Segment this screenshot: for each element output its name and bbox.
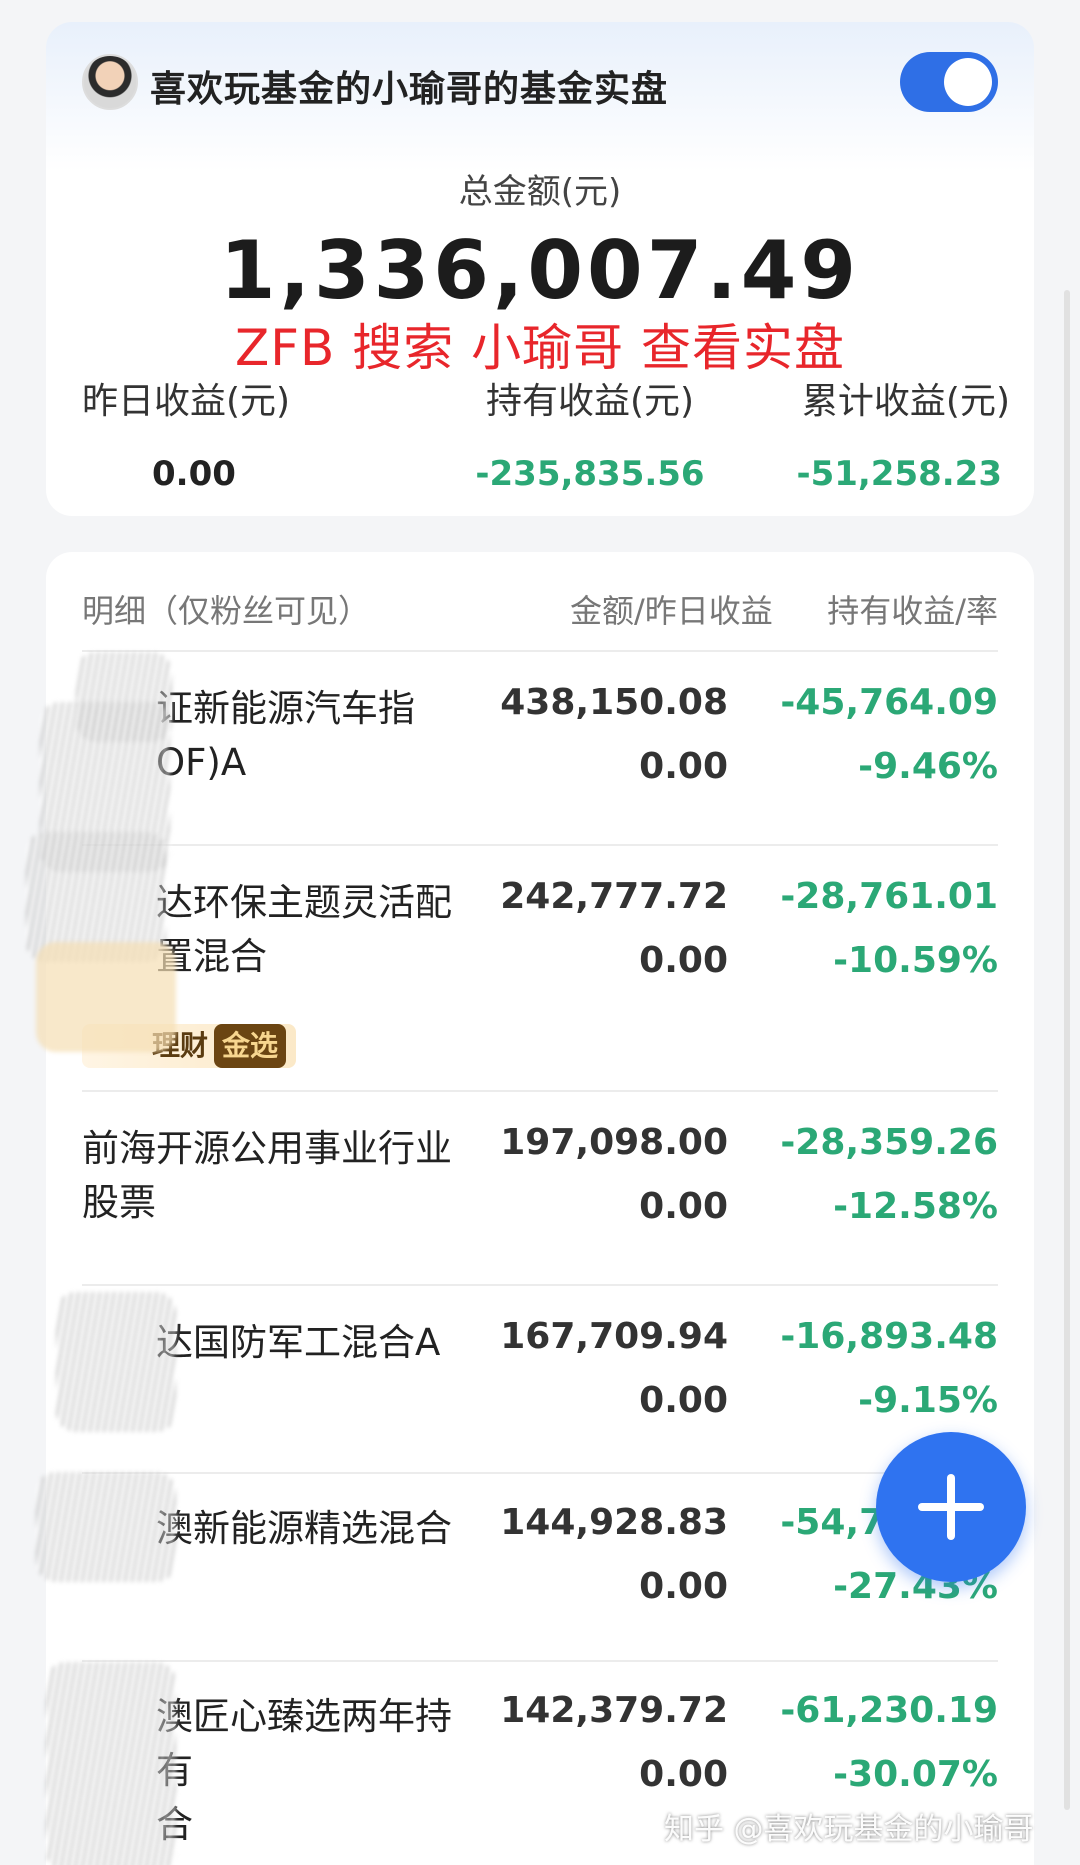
fund-rate: -30.07% — [833, 1754, 998, 1795]
divider — [82, 1090, 998, 1092]
owner-title: 喜欢玩基金的小瑜哥的基金实盘 — [150, 69, 669, 110]
redaction-smudge — [56, 1292, 176, 1432]
fund-yesterday: 0.00 — [639, 1754, 728, 1795]
promo-overlay-text: ZFB 搜索 小瑜哥 查看实盘 — [235, 319, 845, 377]
stat-cumulative: 累计收益(元) -51,258.23 — [776, 372, 1010, 494]
stat-yesterday: 昨日收益(元) 0.00 — [82, 372, 402, 494]
stat-holding-value: -235,835.56 — [475, 454, 705, 494]
divider — [82, 844, 998, 846]
plus-icon-vertical — [947, 1474, 955, 1540]
toggle-knob — [944, 58, 992, 106]
fund-amount: 144,928.83 — [500, 1502, 728, 1543]
divider — [82, 1660, 998, 1662]
scrollbar[interactable] — [1064, 290, 1070, 1810]
divider — [82, 650, 998, 652]
fund-rate: -12.58% — [833, 1186, 998, 1227]
header-fund: 明细（仅粉丝可见） — [82, 592, 371, 630]
fund-amount: 142,379.72 — [500, 1690, 728, 1731]
fund-amount: 167,709.94 — [500, 1316, 728, 1357]
total-amount-label: 总金额(元) — [458, 172, 622, 212]
fund-rate: -9.15% — [858, 1380, 998, 1421]
fund-rate: -10.59% — [833, 940, 998, 981]
fund-amount: 197,098.00 — [500, 1122, 728, 1163]
total-amount-value: 1,336,007.49 — [219, 224, 861, 317]
redaction-smudge — [36, 1472, 176, 1582]
fund-yesterday: 0.00 — [639, 746, 728, 787]
watermark: 知乎 @喜欢玩基金的小瑜哥 — [664, 1812, 1034, 1847]
fund-holding: -16,893.48 — [780, 1316, 998, 1357]
stat-yesterday-label: 昨日收益(元) — [82, 381, 291, 422]
add-fund-button[interactable] — [876, 1432, 1026, 1582]
header-amount: 金额/昨日收益 — [570, 592, 773, 630]
stat-cumulative-value: -51,258.23 — [796, 454, 1002, 494]
fund-yesterday: 0.00 — [639, 940, 728, 981]
header-holding: 持有收益/率 — [827, 592, 998, 630]
fund-holding: -28,359.26 — [780, 1122, 998, 1163]
redaction-smudge — [36, 942, 176, 1052]
divider — [82, 1472, 998, 1474]
holdings-detail-card: 明细（仅粉丝可见） 金额/昨日收益 持有收益/率 证新能源汽车指 OF)A 43… — [26, 552, 1034, 1865]
fund-holding: -45,764.09 — [780, 682, 998, 723]
holdings-table-header: 明细（仅粉丝可见） 金额/昨日收益 持有收益/率 — [82, 586, 998, 632]
fund-yesterday: 0.00 — [639, 1566, 728, 1607]
visibility-toggle[interactable] — [900, 52, 998, 112]
badge-gold: 金选 — [214, 1024, 287, 1068]
divider — [82, 1284, 998, 1286]
stat-yesterday-value: 0.00 — [152, 454, 236, 494]
summary-card: 喜欢玩基金的小瑜哥的基金实盘 总金额(元) 1,336,007.49 ZFB 搜… — [46, 22, 1034, 516]
fund-holding: -61,230.19 — [780, 1690, 998, 1731]
fund-name: 前海开源公用事业行业 股票 — [82, 1127, 452, 1224]
fund-rate: -9.46% — [858, 746, 998, 787]
stat-cumulative-label: 累计收益(元) — [801, 381, 1010, 422]
fund-yesterday: 0.00 — [639, 1380, 728, 1421]
fund-amount: 242,777.72 — [500, 876, 728, 917]
stat-holding: 持有收益(元) -235,835.56 — [430, 372, 750, 494]
stat-holding-label: 持有收益(元) — [485, 381, 695, 422]
fund-yesterday: 0.00 — [639, 1186, 728, 1227]
fund-holding: -28,761.01 — [780, 876, 998, 917]
redaction-smudge — [46, 1662, 176, 1865]
avatar[interactable] — [82, 54, 138, 110]
fund-amount: 438,150.08 — [500, 682, 728, 723]
